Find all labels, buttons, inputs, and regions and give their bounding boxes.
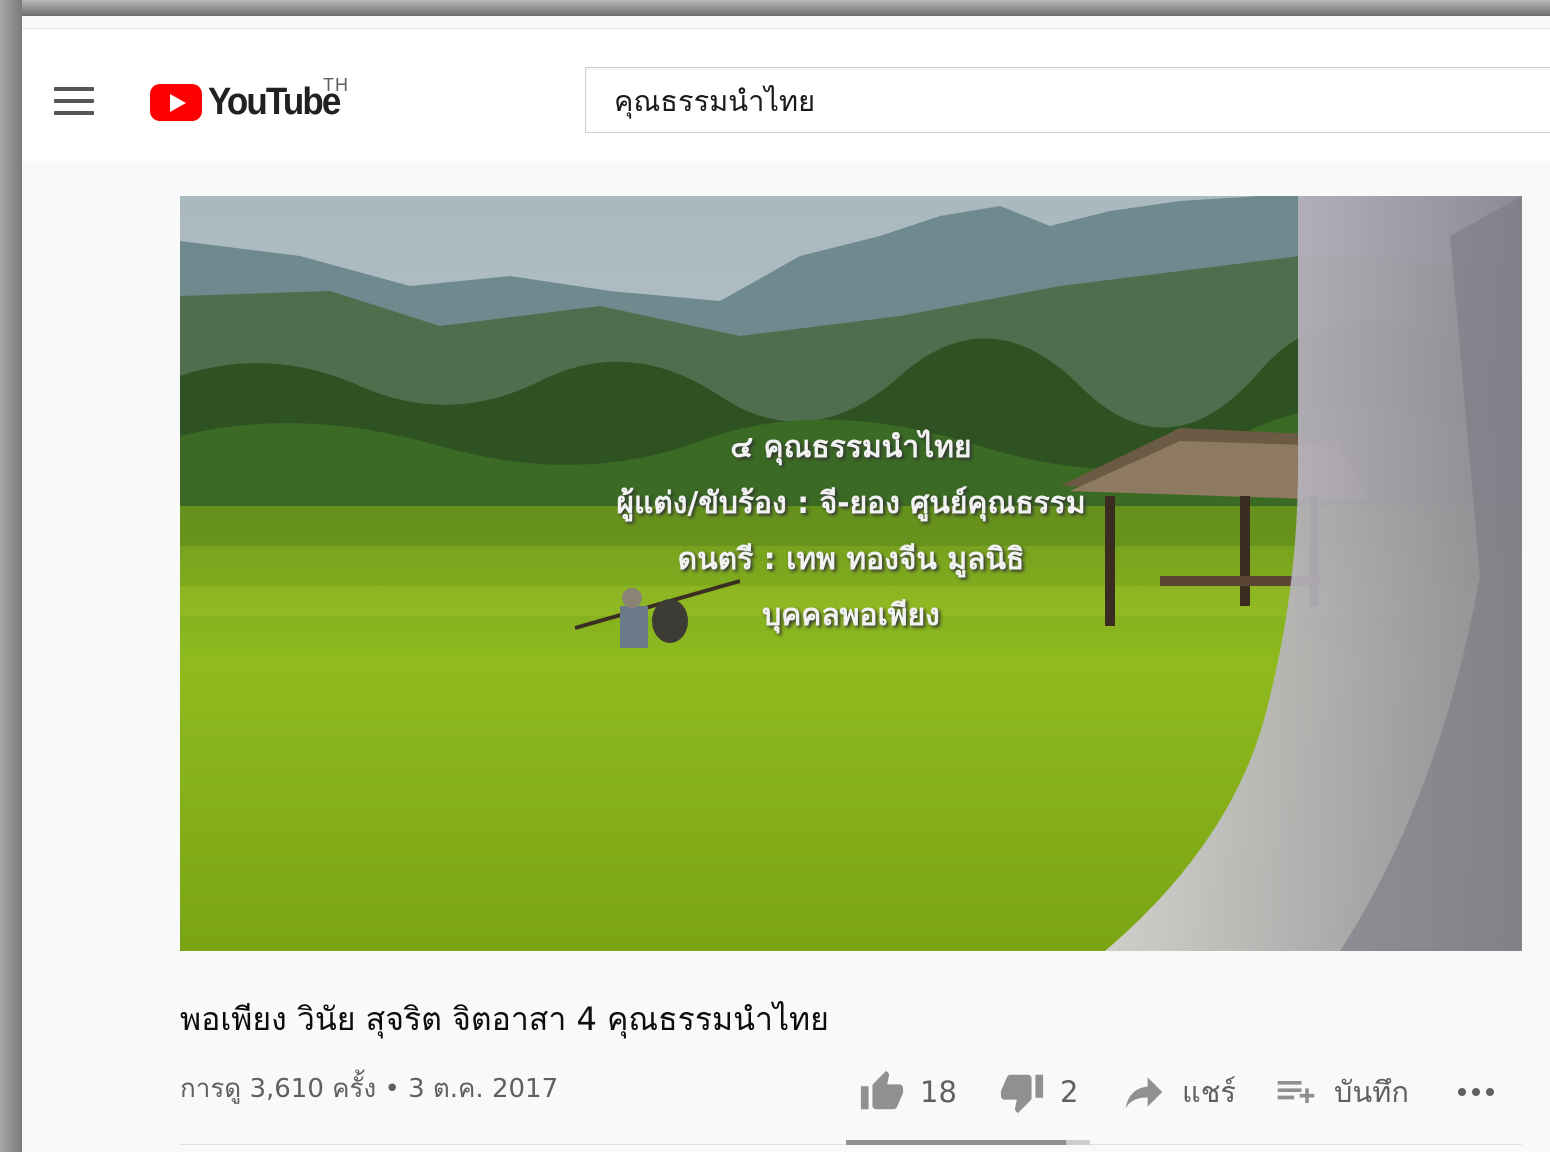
thumbs-down-icon	[1000, 1074, 1044, 1114]
hamburger-menu-icon[interactable]	[54, 87, 94, 119]
search-box	[585, 67, 1550, 133]
like-count: 18	[920, 1075, 957, 1109]
like-dislike-bar	[846, 1140, 1090, 1145]
video-player[interactable]: ๔ คุณธรรมนำไทย ผู้แต่ง/ขับร้อง : จี-ยอง …	[180, 196, 1522, 951]
search-input[interactable]	[612, 78, 1516, 124]
browser-window: YouTube TH คุณธรรมนำไทย ๔ คุณธรรมนำไทย ผ…	[22, 16, 1550, 1152]
overlay-line-2: ผู้แต่ง/ขับร้อง : จี-ยอง ศูนย์คุณธรรม	[616, 486, 1086, 521]
video-actions: 18 2 แชร์ บันทึก	[852, 1062, 1542, 1122]
share-arrow-icon	[1125, 1077, 1163, 1109]
like-ratio-fill	[846, 1140, 1066, 1145]
country-code: TH	[323, 75, 349, 95]
overlay-line-1: ๔ คุณธรรมนำไทย	[730, 430, 972, 465]
logo-wordmark: YouTube	[208, 81, 341, 123]
masthead: YouTube TH	[22, 28, 1550, 161]
more-horizontal-icon[interactable]	[1458, 1062, 1500, 1122]
overlay-line-4: บุคคลพอเพียง	[762, 598, 940, 633]
dislike-button[interactable]: 2	[998, 1062, 1078, 1122]
save-label: บันทึก	[1334, 1075, 1409, 1109]
save-button[interactable]: บันทึก	[1272, 1062, 1409, 1122]
playlist-add-icon	[1277, 1081, 1315, 1103]
view-count-date: การดู 3,610 ครั้ง • 3 ต.ค. 2017	[180, 1074, 559, 1104]
video-title: พอเพียง วินัย สุจริต จิตอาสา 4 คุณธรรมนำ…	[180, 1000, 829, 1038]
like-button[interactable]: 18	[858, 1062, 957, 1122]
dislike-count: 2	[1060, 1075, 1079, 1109]
window-frame-top	[0, 0, 1550, 16]
thumbs-up-icon	[860, 1070, 904, 1110]
overlay-line-3: ดนตรี : เทพ ทองจีน มูลนิธิ	[677, 542, 1025, 577]
share-label: แชร์	[1182, 1075, 1236, 1109]
window-frame-left	[0, 0, 22, 1152]
share-button[interactable]: แชร์	[1120, 1062, 1236, 1122]
youtube-play-icon	[150, 84, 202, 121]
